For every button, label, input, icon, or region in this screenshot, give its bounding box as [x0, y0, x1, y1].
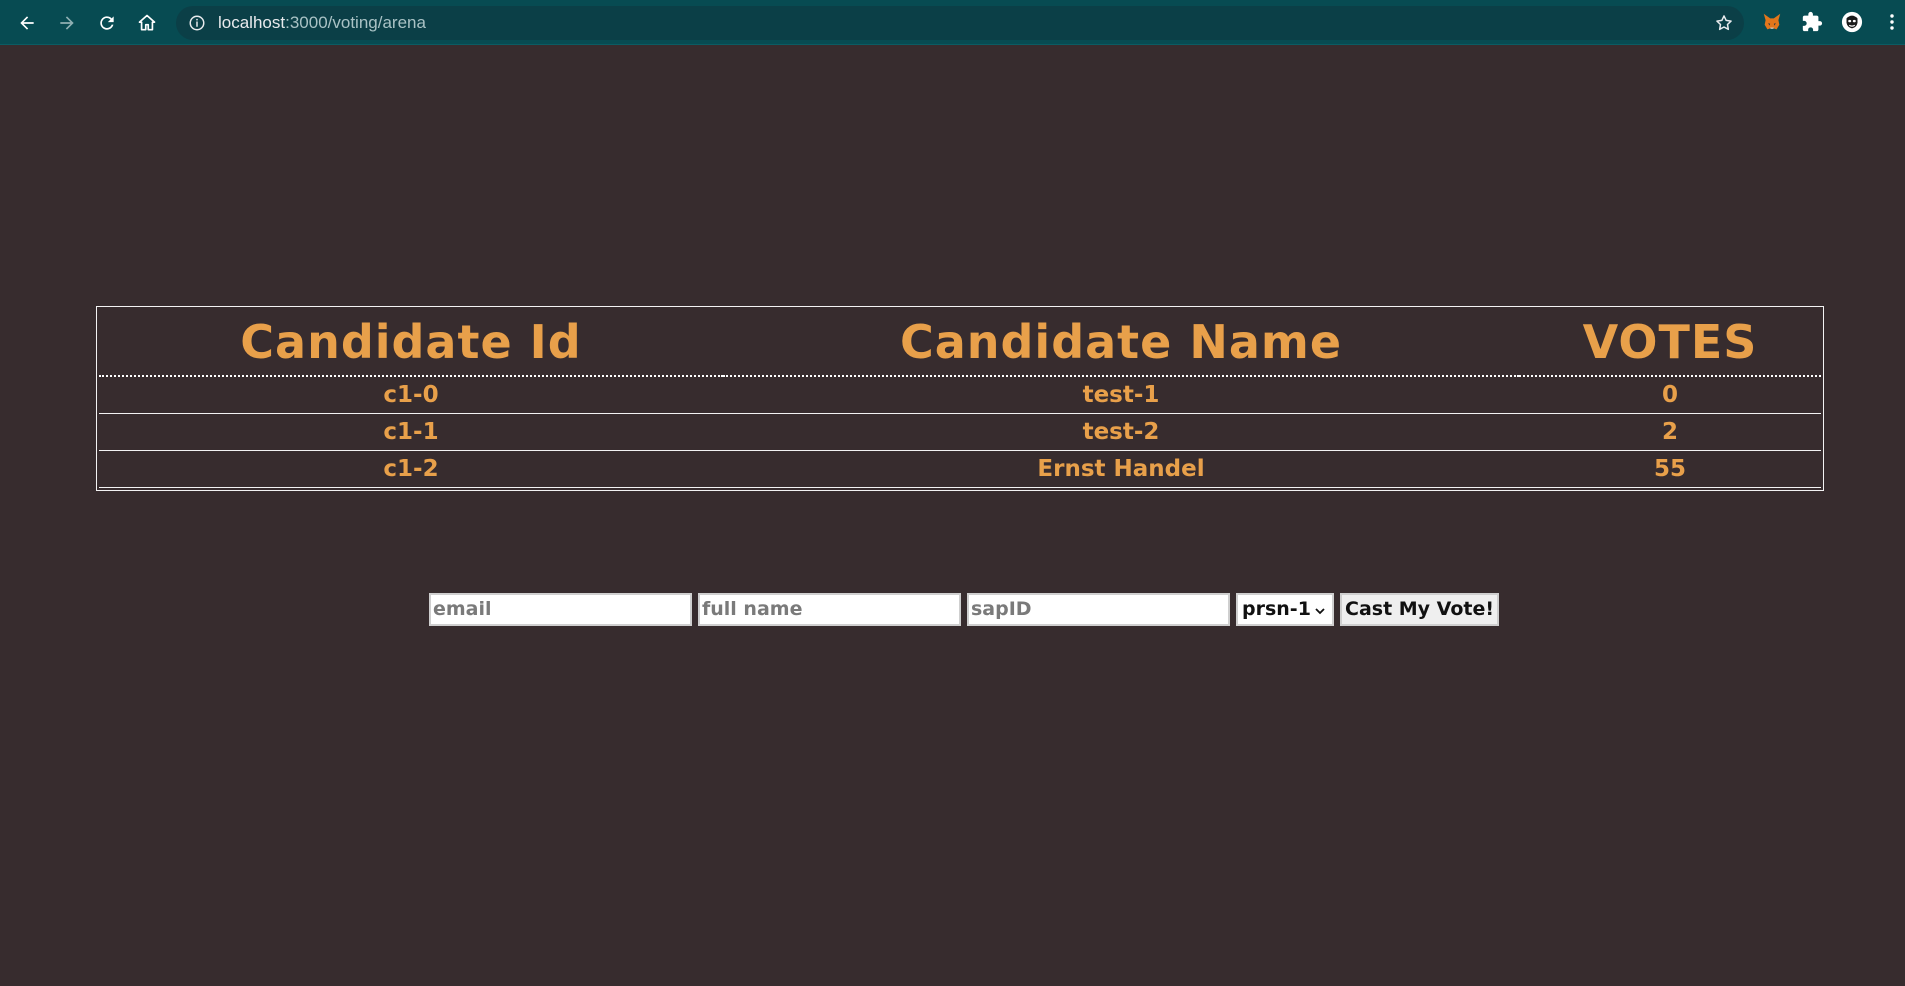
url-path: :3000/voting/arena: [285, 13, 426, 32]
browser-menu-button[interactable]: [1884, 9, 1900, 35]
email-input[interactable]: [429, 592, 692, 626]
address-bar[interactable]: localhost:3000/voting/arena: [176, 6, 1744, 40]
url-host: localhost: [218, 13, 286, 32]
cell-candidate-id: c1-2: [99, 450, 723, 488]
home-button[interactable]: [132, 8, 162, 38]
back-button[interactable]: [12, 8, 42, 38]
candidate-select-value: prsn-1: [1242, 598, 1311, 620]
cell-candidate-name: test-1: [723, 376, 1519, 414]
chevron-down-icon: [1315, 607, 1325, 614]
vote-form: prsn-1 Cast My Vote!: [429, 592, 1500, 626]
arrow-left-icon: [20, 16, 34, 30]
header-votes: VOTES: [1519, 309, 1821, 377]
metamask-extension-button[interactable]: [1759, 9, 1785, 35]
arrow-right-icon: [60, 16, 74, 30]
candidates-table-frame: Candidate Id Candidate Name VOTES c1-0 t…: [96, 306, 1824, 491]
table-row: c1-1 test-2 2: [99, 413, 1821, 451]
cast-vote-button[interactable]: Cast My Vote!: [1340, 592, 1500, 626]
cell-candidate-id: c1-1: [99, 413, 723, 451]
reload-icon: [100, 16, 114, 30]
cell-candidate-name: Ernst Handel: [723, 450, 1519, 488]
browser-toolbar: localhost:3000/voting/arena: [0, 0, 1905, 45]
full-name-input[interactable]: [698, 592, 961, 626]
forward-button[interactable]: [52, 8, 82, 38]
candidates-table: Candidate Id Candidate Name VOTES c1-0 t…: [99, 309, 1821, 488]
reload-button[interactable]: [92, 8, 122, 38]
extensions-button[interactable]: [1799, 9, 1825, 35]
header-candidate-name: Candidate Name: [723, 309, 1519, 377]
table-header-row: Candidate Id Candidate Name VOTES: [99, 309, 1821, 377]
url-text[interactable]: localhost:3000/voting/arena: [218, 6, 426, 40]
puzzle-icon: [1802, 11, 1823, 32]
sapid-input[interactable]: [967, 592, 1230, 626]
home-icon: [138, 14, 156, 31]
info-icon[interactable]: [188, 14, 206, 32]
cell-votes: 0: [1519, 376, 1821, 414]
profile-avatar-button[interactable]: [1839, 9, 1865, 35]
cell-candidate-name: test-2: [723, 413, 1519, 451]
header-candidate-id: Candidate Id: [99, 309, 723, 377]
cell-votes: 2: [1519, 413, 1821, 451]
cell-votes: 55: [1519, 450, 1821, 488]
table-row: c1-0 test-1 0: [99, 376, 1821, 414]
avatar-icon: [1841, 11, 1863, 33]
bookmark-star-icon[interactable]: [1714, 13, 1734, 33]
fox-icon: [1763, 13, 1781, 30]
cell-candidate-id: c1-0: [99, 376, 723, 414]
kebab-menu-icon: [1890, 14, 1894, 30]
table-row: c1-2 Ernst Handel 55: [99, 450, 1821, 488]
candidate-select[interactable]: prsn-1: [1236, 592, 1334, 626]
